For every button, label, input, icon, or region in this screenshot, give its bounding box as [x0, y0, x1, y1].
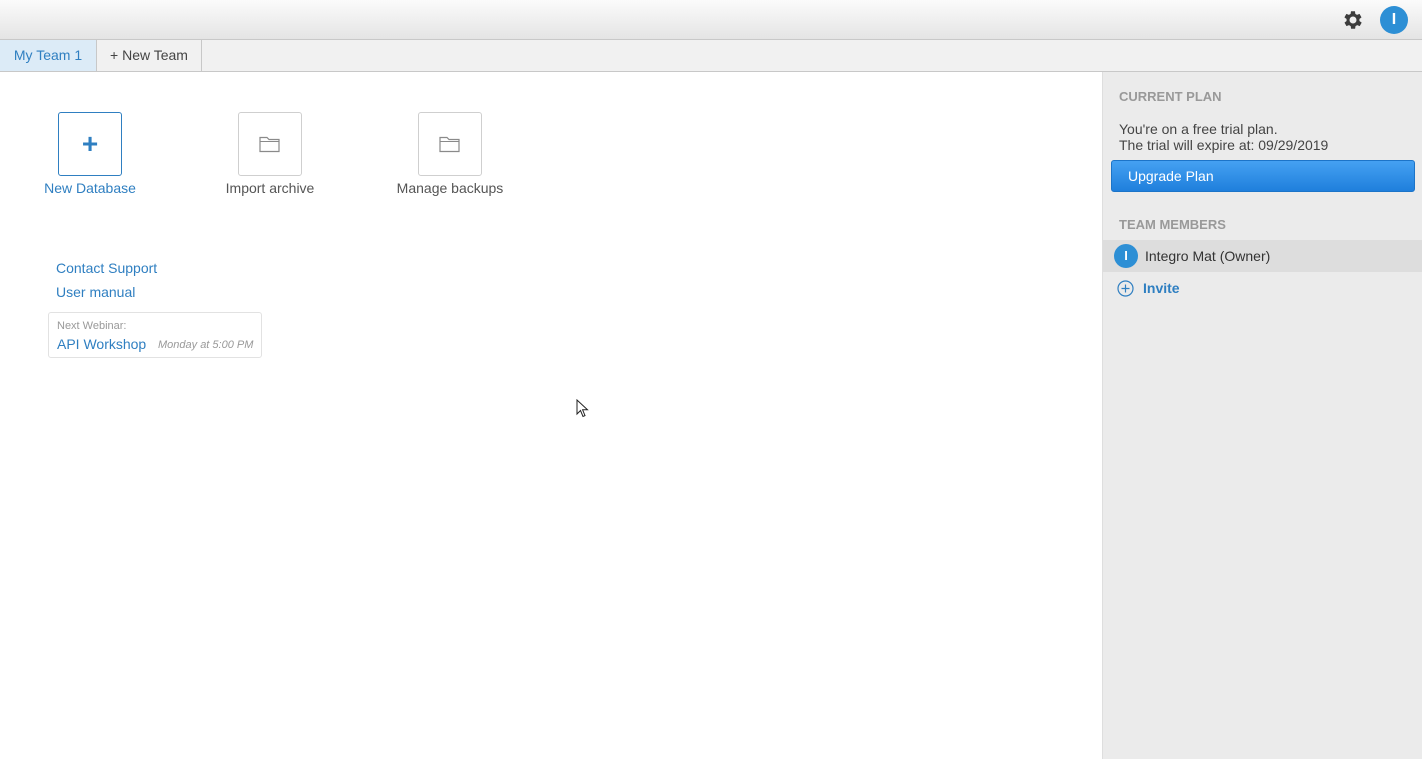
new-database-label[interactable]: New Database — [20, 180, 160, 196]
folder-icon — [259, 136, 280, 153]
current-plan-heading: CURRENT PLAN — [1119, 89, 1222, 104]
webinar-heading: Next Webinar: — [57, 320, 127, 332]
manage-backups-button[interactable] — [418, 112, 482, 176]
user-manual-link[interactable]: User manual — [56, 284, 135, 300]
user-avatar[interactable]: I — [1380, 6, 1408, 34]
tab-my-team-1[interactable]: My Team 1 — [0, 40, 97, 71]
contact-support-link[interactable]: Contact Support — [56, 260, 157, 276]
team-members-heading: TEAM MEMBERS — [1119, 217, 1226, 232]
mouse-cursor-icon — [576, 399, 589, 418]
plan-status-text: You're on a free trial plan. — [1119, 121, 1278, 137]
team-tab-bar: My Team 1 + New Team — [0, 40, 1422, 72]
folder-icon — [439, 136, 460, 153]
webinar-title-link[interactable]: API Workshop — [57, 336, 146, 352]
invite-label: Invite — [1143, 280, 1180, 296]
new-database-button[interactable]: + — [58, 112, 122, 176]
avatar: I — [1114, 244, 1138, 268]
plus-icon: + — [81, 128, 99, 159]
upgrade-plan-button[interactable]: Upgrade Plan — [1111, 160, 1415, 192]
tab-new-team[interactable]: + New Team — [97, 40, 202, 71]
plan-expiry-text: The trial will expire at: 09/29/2019 — [1119, 137, 1329, 153]
import-archive-button[interactable] — [238, 112, 302, 176]
team-sidebar: CURRENT PLAN You're on a free trial plan… — [1102, 72, 1422, 759]
webinar-card: Next Webinar: API Workshop Monday at 5:0… — [48, 312, 262, 358]
member-row[interactable]: I Integro Mat (Owner) — [1103, 240, 1422, 272]
gear-icon[interactable] — [1341, 8, 1365, 32]
top-bar: I — [0, 0, 1422, 40]
main-content: + New Database Import archive Manage bac… — [0, 72, 1102, 759]
webinar-time: Monday at 5:00 PM — [158, 339, 254, 351]
import-archive-label[interactable]: Import archive — [200, 180, 340, 196]
plus-circle-icon — [1117, 280, 1134, 297]
member-name: Integro Mat (Owner) — [1145, 248, 1271, 264]
manage-backups-label[interactable]: Manage backups — [380, 180, 520, 196]
